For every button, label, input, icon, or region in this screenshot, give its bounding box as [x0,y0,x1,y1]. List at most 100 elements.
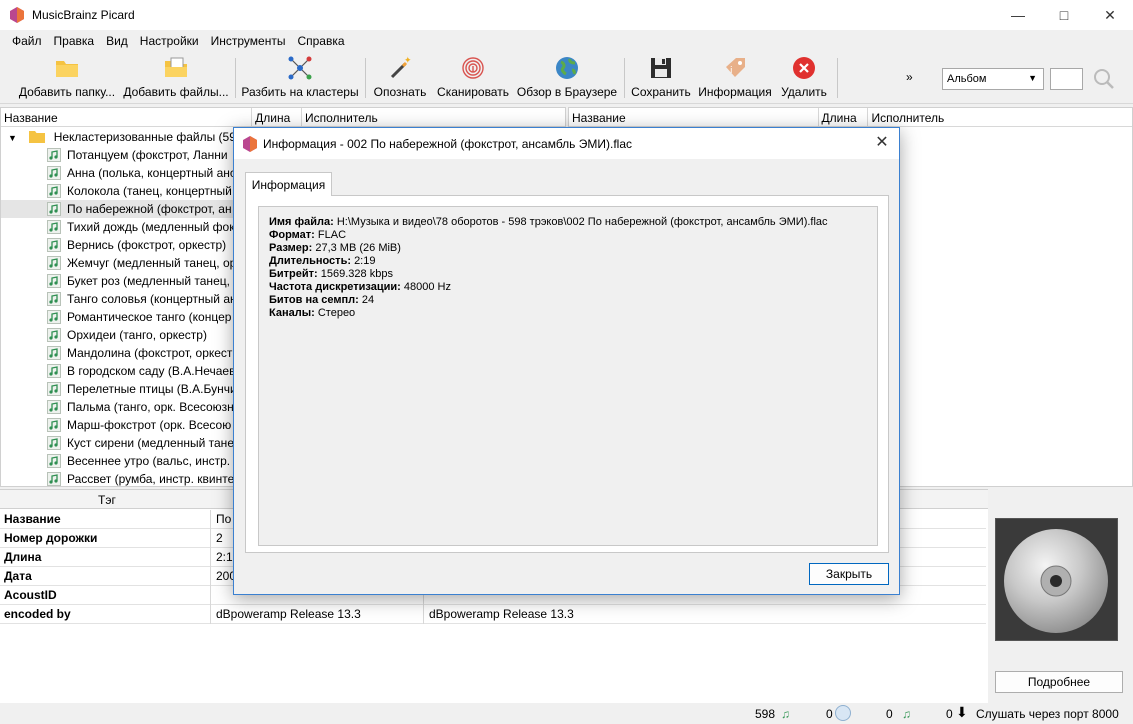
remove-icon [793,57,815,79]
lookup-button[interactable]: ✦ Опознать [372,52,428,104]
close-window-button[interactable]: ✕ [1087,0,1133,30]
magic-wand-icon: ✦ [390,56,412,79]
menu-options[interactable]: Настройки [134,34,205,48]
menu-tools[interactable]: Инструменты [205,34,292,48]
download-icon: ⬇ [956,704,968,720]
music-file-icon [47,148,61,162]
menu-view[interactable]: Вид [100,34,134,48]
cluster-button[interactable]: Разбить на кластеры [241,52,359,104]
file-title: Орхидеи (танго, оркестр) [67,328,207,342]
music-note-icon: ♫ [902,707,911,721]
menu-bar: Файл Правка Вид Настройки Инструменты Сп… [0,30,1133,52]
search-icon[interactable] [1092,67,1116,91]
music-file-icon [47,472,61,486]
info-label: Формат: [269,229,315,241]
cover-art [995,518,1118,641]
file-title: Вернись (фокстрот, оркестр) [67,238,227,252]
menu-file[interactable]: Файл [6,34,48,48]
file-title: Романтическое танго (концер [67,310,232,324]
file-title: По набережной (фокстрот, ан [67,202,232,216]
music-file-icon [47,184,61,198]
info-value: 27,3 MB (26 MiB) [315,242,401,254]
save-floppy-icon [651,58,671,78]
info-line: Длительность: 2:19 [269,255,877,268]
view-mode-select[interactable]: Альбом ▼ [942,68,1044,90]
file-tree-header: Название Длина Исполнитель [1,108,565,127]
file-title: Анна (полька, концертный анс [67,166,236,180]
music-file-icon [47,310,61,324]
info-label: Каналы: [269,307,315,319]
save-button[interactable]: Сохранить [630,52,692,104]
info-value: 2:19 [354,255,376,267]
more-details-button[interactable]: Подробнее [995,671,1123,693]
add-files-label: Добавить файлы... [123,85,229,99]
view-mode-value: Альбом [947,73,987,85]
file-title: Рассвет (румба, инстр. квинте [67,472,235,486]
menu-edit[interactable]: Правка [48,34,101,48]
status-bar: 598 ♫ 0 0 ♫ 0 ⬇ Слушать через порт 8000 [0,703,1133,724]
file-title: Жемчуг (медленный танец, ор [67,256,237,270]
pending-count-2: 0 [886,707,893,721]
pending-count-1: 0 [826,707,833,721]
info-text-area: Имя файла: H:\Музыка и видео\78 оборотов… [258,206,878,546]
remove-button[interactable]: Удалить [776,52,832,104]
save-label: Сохранить [631,85,691,99]
picard-logo-icon [243,135,257,152]
info-button[interactable]: i Информация [698,52,772,104]
column-artist[interactable]: Исполнитель [302,108,565,126]
close-button[interactable]: Закрыть [809,563,889,585]
cluster-label: Некластеризованные файлы (598) [53,130,247,144]
tag-name: Дата [0,567,211,586]
add-files-button[interactable]: Добавить файлы... [123,52,229,104]
info-tab-page: Имя файла: H:\Музыка и видео\78 оборотов… [245,195,889,553]
tag-name: Номер дорожки [0,529,211,548]
browser-lookup-label: Обзор в Браузере [516,85,618,99]
close-icon[interactable]: ✕ [873,134,891,152]
maximize-button[interactable]: □ [1041,0,1087,30]
toolbar-separator [624,58,625,98]
music-file-icon [47,220,61,234]
globe-icon [556,57,578,79]
file-title: Перелетные птицы (В.А.Бунчи [67,382,237,396]
toolbar-overflow-button[interactable]: » [906,70,913,84]
column-length[interactable]: Длина [819,108,869,126]
music-file-icon [47,292,61,306]
search-input[interactable] [1050,68,1083,90]
window-title: MusicBrainz Picard [32,8,135,22]
info-value: FLAC [317,229,347,241]
music-file-icon [47,364,61,378]
tag-name: Длина [0,548,211,567]
info-line: Имя файла: H:\Музыка и видео\78 оборотов… [269,216,877,229]
scan-button[interactable]: Сканировать [436,52,510,104]
toolbar-separator [837,58,838,98]
fingerprint-icon [462,57,484,79]
files-count: 598 [755,707,776,721]
tag-row[interactable]: encoded by dBpoweramp Release 13.3 dBpower… [0,605,986,624]
title-bar: MusicBrainz Picard — □ ✕ [0,0,1133,30]
minimize-button[interactable]: — [995,0,1041,30]
file-title: Букет роз (медленный танец, с [67,274,240,288]
column-artist[interactable]: Исполнитель [868,108,1132,126]
column-title[interactable]: Название [569,108,819,126]
add-folder-button[interactable]: Добавить папку... [18,52,116,104]
browser-lookup-button[interactable]: Обзор в Браузере [516,52,618,104]
tab-info[interactable]: Информация [245,172,332,196]
dialog-title: Информация - 002 По набережной (фокстрот… [263,136,633,151]
dialog-title-bar: Информация - 002 По набережной (фокстрот… [234,128,899,159]
info-line: Битов на семпл: 24 [269,294,877,307]
add-folder-label: Добавить папку... [18,85,116,99]
toolbar-separator [235,58,236,98]
lookup-label: Опознать [373,85,427,99]
file-title: Марш-фокстрот (орк. Всесою [67,418,232,432]
add-files-icon [165,57,187,77]
music-file-icon [47,328,61,342]
info-value: Стерео [317,307,356,319]
menu-help[interactable]: Справка [291,34,350,48]
column-length[interactable]: Длина [252,108,302,126]
info-dialog: Информация - 002 По набережной (фокстрот… [233,127,900,595]
album-header: Название Длина Исполнитель [569,108,1132,127]
music-file-icon [47,346,61,360]
column-title[interactable]: Название [1,108,253,126]
file-title: Потанцуем (фокстрот, Ланни [67,148,228,162]
chevron-down-icon[interactable]: ▼ [8,129,18,147]
